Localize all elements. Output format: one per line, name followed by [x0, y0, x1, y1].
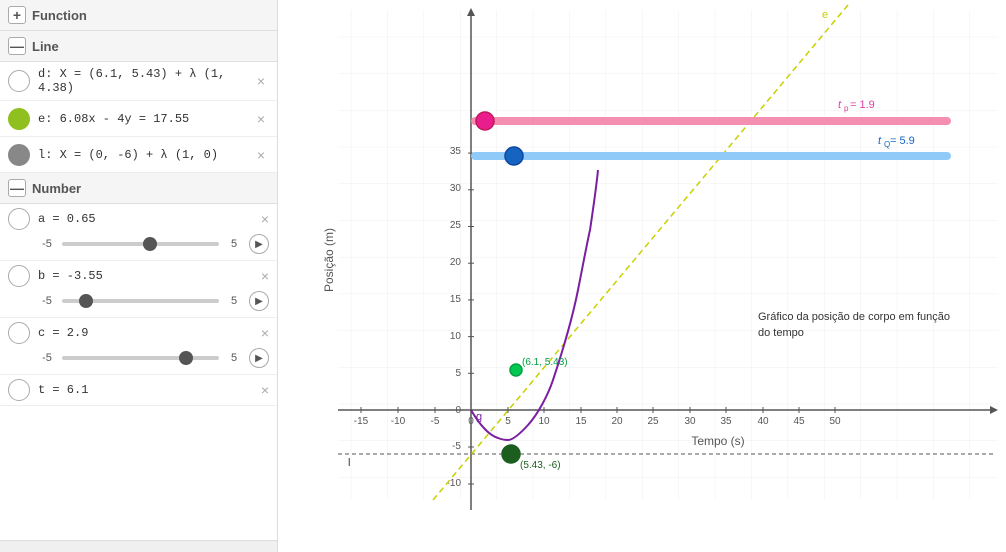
y-axis-label: Posição (m) — [322, 228, 336, 292]
number-t-label: t = 6.1 — [38, 383, 261, 397]
number-b-circle — [8, 265, 30, 287]
svg-text:15: 15 — [450, 294, 462, 305]
point-6.1-5.43 — [510, 364, 522, 376]
number-t-item: t = 6.1 × — [0, 375, 277, 406]
svg-text:-15: -15 — [354, 416, 369, 427]
function-section-header: + Function — [0, 0, 277, 31]
collapse-number-button[interactable]: — — [8, 179, 26, 197]
play-b-button[interactable]: ▶ — [249, 291, 269, 311]
svg-text:-10: -10 — [447, 478, 462, 489]
sidebar: + Function — Line d: X = (6.1, 5.43) + λ… — [0, 0, 278, 552]
svg-text:25: 25 — [647, 416, 659, 427]
item-l-text: l: X = (0, -6) + λ (1, 0) — [38, 148, 249, 162]
graph-area: 0 5 10 15 20 25 30 35 -5 -10 0 -15 -10 — [278, 0, 1006, 552]
number-c-label: c = 2.9 — [38, 326, 261, 340]
line-e-label: e — [822, 9, 828, 21]
number-section-label: Number — [32, 181, 81, 196]
svg-text:-5: -5 — [452, 441, 461, 452]
slider-a-thumb[interactable] — [143, 237, 157, 251]
list-item: d: X = (6.1, 5.43) + λ (1, 4.38) × — [0, 62, 277, 101]
blue-slider-value: = 5.9 — [890, 135, 915, 147]
item-d-close[interactable]: × — [253, 73, 269, 89]
x-axis-label: Tempo (s) — [691, 434, 744, 448]
point-5.43-minus6 — [502, 445, 520, 463]
svg-text:10: 10 — [450, 331, 462, 342]
slider-b-min: -5 — [38, 295, 56, 307]
item-d-circle — [8, 70, 30, 92]
graph-description-line2: do tempo — [758, 327, 804, 339]
svg-text:30: 30 — [450, 183, 462, 194]
slider-b-thumb[interactable] — [79, 294, 93, 308]
list-item: l: X = (0, -6) + λ (1, 0) × — [0, 137, 277, 173]
item-l-circle — [8, 144, 30, 166]
play-a-button[interactable]: ▶ — [249, 234, 269, 254]
number-b-label: b = -3.55 — [38, 269, 261, 283]
sidebar-scrollbar[interactable] — [0, 540, 277, 552]
svg-text:35: 35 — [450, 146, 462, 157]
svg-text:45: 45 — [793, 416, 805, 427]
item-e-circle — [8, 108, 30, 130]
svg-text:0: 0 — [455, 405, 461, 416]
number-c-close[interactable]: × — [261, 325, 269, 341]
line-section-label: Line — [32, 39, 59, 54]
curve-g-label: g — [476, 411, 482, 423]
svg-text:30: 30 — [684, 416, 696, 427]
slider-b-max: 5 — [225, 295, 243, 307]
slider-a-track[interactable] — [62, 242, 219, 246]
item-e-text: e: 6.08x - 4y = 17.55 — [38, 112, 249, 126]
number-b-close[interactable]: × — [261, 268, 269, 284]
svg-text:10: 10 — [538, 416, 550, 427]
number-a-close[interactable]: × — [261, 211, 269, 227]
number-b-item: b = -3.55 × -5 5 ▶ — [0, 261, 277, 318]
svg-text:20: 20 — [611, 416, 623, 427]
number-a-label: a = 0.65 — [38, 212, 261, 226]
svg-text:5: 5 — [505, 416, 511, 427]
point-5.43-minus6-label: (5.43, -6) — [520, 460, 561, 471]
svg-text:50: 50 — [829, 416, 841, 427]
function-section-label: Function — [32, 8, 87, 23]
svg-text:25: 25 — [450, 220, 462, 231]
number-c-item: c = 2.9 × -5 5 ▶ — [0, 318, 277, 375]
collapse-line-button[interactable]: — — [8, 37, 26, 55]
pink-slider-thumb[interactable] — [476, 112, 494, 130]
pink-slider-value: = 1.9 — [850, 99, 875, 111]
slider-c-track[interactable] — [62, 356, 219, 360]
svg-text:0: 0 — [468, 416, 474, 427]
svg-text:-10: -10 — [391, 416, 406, 427]
graph-svg: 0 5 10 15 20 25 30 35 -5 -10 0 -15 -10 — [278, 0, 1006, 552]
svg-text:-5: -5 — [431, 416, 440, 427]
svg-text:40: 40 — [757, 416, 769, 427]
hline-label: l — [348, 457, 350, 469]
number-c-circle — [8, 322, 30, 344]
slider-a-max: 5 — [225, 238, 243, 250]
number-a-item: a = 0.65 × -5 5 ▶ — [0, 204, 277, 261]
item-l-close[interactable]: × — [253, 147, 269, 163]
item-d-text: d: X = (6.1, 5.43) + λ (1, 4.38) — [38, 67, 249, 95]
svg-text:20: 20 — [450, 257, 462, 268]
slider-b-track[interactable] — [62, 299, 219, 303]
item-e-close[interactable]: × — [253, 111, 269, 127]
line-section-header: — Line — [0, 31, 277, 62]
graph-description-line1: Gráfico da posição de corpo em função — [758, 311, 950, 323]
number-t-circle — [8, 379, 30, 401]
play-c-button[interactable]: ▶ — [249, 348, 269, 368]
point-6.1-5.43-label: (6.1, 5.43) — [522, 357, 568, 368]
add-function-button[interactable]: + — [8, 6, 26, 24]
svg-text:35: 35 — [720, 416, 732, 427]
blue-slider-thumb[interactable] — [505, 147, 523, 165]
slider-a-min: -5 — [38, 238, 56, 250]
slider-c-thumb[interactable] — [179, 351, 193, 365]
svg-text:5: 5 — [455, 368, 461, 379]
slider-c-min: -5 — [38, 352, 56, 364]
number-t-close[interactable]: × — [261, 382, 269, 398]
list-item: e: 6.08x - 4y = 17.55 × — [0, 101, 277, 137]
svg-text:15: 15 — [575, 416, 587, 427]
slider-c-max: 5 — [225, 352, 243, 364]
pink-slider-sublabel: p — [844, 104, 849, 113]
number-a-circle — [8, 208, 30, 230]
number-section-header: — Number — [0, 173, 277, 204]
